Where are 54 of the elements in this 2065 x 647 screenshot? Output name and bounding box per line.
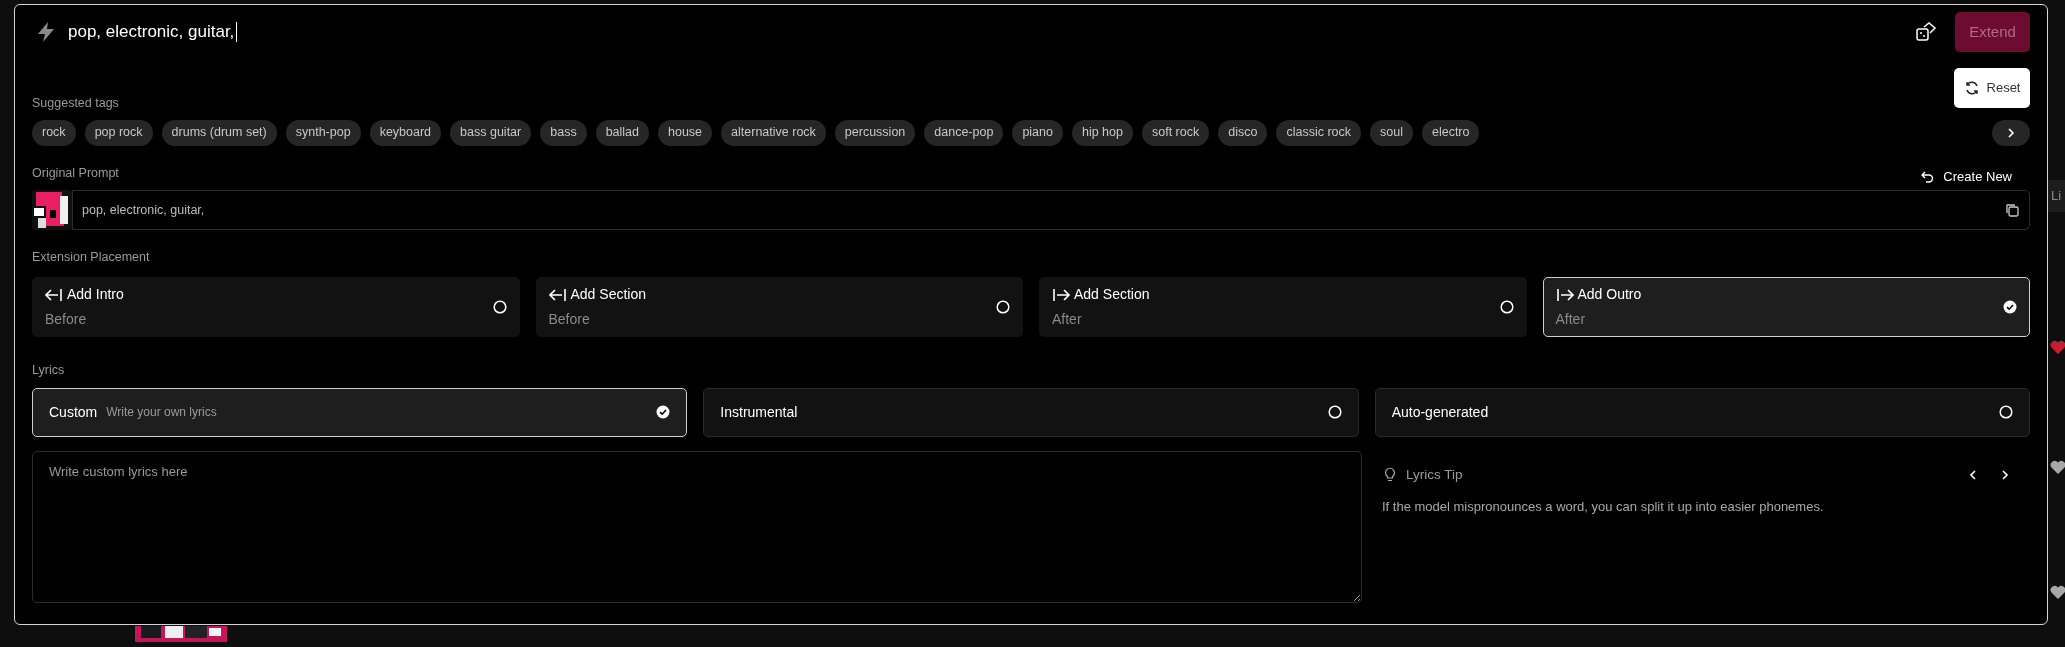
placement-option[interactable]: Add Intro Before	[32, 277, 520, 337]
tag-chip[interactable]: pop rock	[84, 119, 153, 146]
refresh-icon	[1963, 80, 1980, 96]
section-label: Original Prompt	[32, 164, 119, 182]
undo-icon	[1921, 170, 1936, 183]
arrow-right-from-bar-icon	[1052, 287, 1070, 302]
heart-icon[interactable]	[2050, 585, 2065, 600]
tag-chip[interactable]: soft rock	[1142, 119, 1210, 146]
tag-chip[interactable]: rock	[32, 119, 76, 146]
chevron-left-icon[interactable]	[1968, 468, 1978, 481]
lyrics-option[interactable]: Auto-generated	[1374, 387, 2030, 437]
lyrics-option[interactable]: Custom Write your own lyrics	[32, 387, 688, 437]
tag-chip[interactable]: percussion	[834, 119, 916, 146]
tag-chip[interactable]: synth-pop	[285, 119, 361, 146]
tag-chip[interactable]: keyboard	[369, 119, 442, 146]
tag-chip[interactable]: disco	[1218, 119, 1268, 146]
chevron-right-icon	[2006, 126, 2016, 139]
tag-chip[interactable]: classic rock	[1276, 119, 1361, 146]
tip-text: If the model mispronounces a word, you can split it up into easier phonemes.	[1382, 498, 1825, 516]
prompt-input[interactable]: pop, electronic, guitar,	[68, 19, 1915, 45]
placement-option[interactable]: Add Section Before	[535, 277, 1023, 337]
tag-chip[interactable]: piano	[1012, 119, 1063, 146]
lightning-icon	[36, 21, 56, 43]
tag-chip[interactable]: dance-pop	[924, 119, 1004, 146]
heart-icon[interactable]	[2050, 460, 2065, 475]
tip-title: Lyrics Tip	[1406, 465, 1464, 484]
lyrics-textarea[interactable]: Write custom lyrics here	[32, 450, 1362, 603]
next-button[interactable]	[1992, 119, 2030, 146]
tag-chip[interactable]: soul	[1370, 119, 1413, 146]
chevron-right-icon[interactable]	[2000, 468, 2010, 481]
dice-icon[interactable]	[1915, 21, 1937, 43]
tag-chip[interactable]: drums (drum set)	[161, 119, 277, 146]
copy-icon[interactable]	[2005, 203, 2019, 218]
section-label: Suggested tags	[32, 95, 119, 112]
lyrics-option[interactable]: Instrumental	[703, 387, 1359, 437]
section-label: Lyrics	[32, 362, 65, 379]
tag-chip[interactable]: electro	[1421, 119, 1480, 146]
arrow-left-to-bar-icon	[548, 287, 567, 302]
heart-icon[interactable]	[2050, 340, 2065, 355]
tag-chip[interactable]: bass	[540, 119, 587, 146]
arrow-left-to-bar-icon	[45, 287, 63, 302]
placement-option[interactable]: Add Outro After	[1542, 277, 2030, 337]
arrow-right-from-bar-icon	[1555, 287, 1574, 302]
create-new-button[interactable]: Create New	[1921, 166, 2012, 187]
placement-option[interactable]: Add Section After	[1039, 277, 1527, 337]
section-label: Extension Placement	[32, 249, 150, 267]
tag-chip[interactable]: bass guitar	[450, 119, 532, 146]
tag-chip[interactable]: hip hop	[1071, 119, 1133, 146]
reset-button[interactable]: Reset	[1954, 68, 2030, 108]
tag-chip[interactable]: ballad	[595, 119, 649, 146]
tag-chip[interactable]: alternative rock	[721, 119, 826, 146]
lightbulb-icon	[1384, 467, 1396, 483]
original-prompt-text: pop, electronic, guitar,	[82, 201, 206, 219]
tag-chip[interactable]: house	[658, 119, 713, 146]
